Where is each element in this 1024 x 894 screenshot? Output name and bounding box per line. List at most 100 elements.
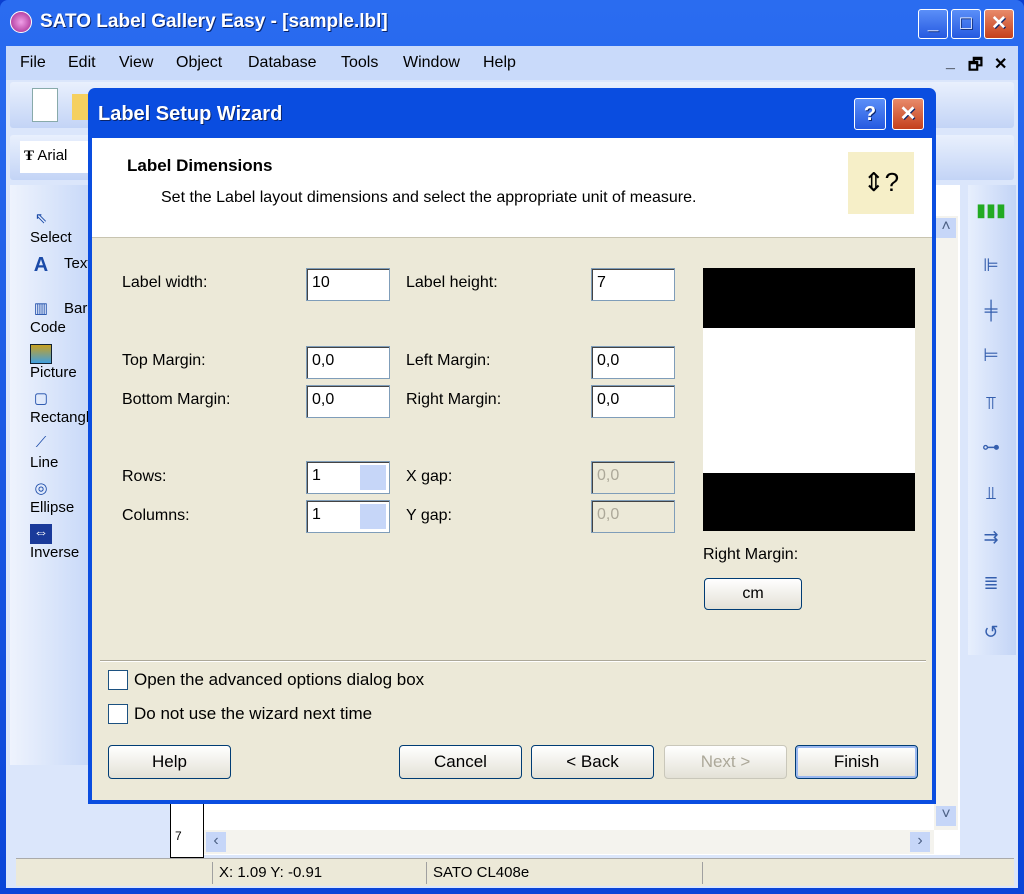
- dialog-title-bar: Label Setup Wizard ? ✕: [88, 88, 936, 138]
- window-title: SATO Label Gallery Easy - [sample.lbl]: [40, 11, 388, 32]
- scroll-right-icon[interactable]: ›: [910, 832, 930, 852]
- scroll-down-icon[interactable]: ˅: [936, 806, 956, 826]
- tool-label: Inverse: [30, 544, 80, 561]
- cancel-button[interactable]: Cancel: [399, 745, 522, 779]
- status-printer: SATO CL408e: [426, 862, 702, 884]
- color-pens-icon[interactable]: ▮▮▮: [976, 200, 1006, 230]
- scroll-left-icon[interactable]: ‹: [206, 832, 226, 852]
- menu-file[interactable]: File: [20, 54, 46, 72]
- dialog-title: Label Setup Wizard: [98, 103, 283, 125]
- rectangle-icon: ▢: [33, 390, 49, 407]
- wizard-heading: Label Dimensions: [127, 156, 273, 175]
- checkbox-label: Do not use the wizard next time: [134, 704, 373, 723]
- help-question-button[interactable]: ?: [854, 98, 886, 130]
- finish-button[interactable]: Finish: [795, 745, 918, 779]
- label-preview: [703, 268, 915, 531]
- divider: [100, 660, 926, 662]
- tool-label: Ellipse: [30, 499, 75, 516]
- checkbox-box[interactable]: [108, 670, 128, 690]
- menu-help[interactable]: Help: [483, 54, 516, 72]
- tool-ellipse[interactable]: ◎ Ellipse: [30, 479, 92, 516]
- font-select[interactable]: Ŧ Arial: [20, 141, 90, 173]
- new-file-icon[interactable]: [32, 88, 58, 122]
- barcode-icon: ▥: [33, 300, 49, 317]
- left-margin-input[interactable]: 0,0: [591, 346, 675, 379]
- bottom-margin-input[interactable]: 0,0: [306, 385, 390, 418]
- align-right-icon[interactable]: ⊨: [976, 345, 1006, 375]
- label-height-input[interactable]: 7: [591, 268, 675, 301]
- next-button[interactable]: Next >: [664, 745, 787, 779]
- x-gap-input[interactable]: 0,0: [591, 461, 675, 494]
- menu-database[interactable]: Database: [248, 54, 317, 72]
- mdi-restore-button[interactable]: 🗗: [968, 54, 983, 81]
- label-width-input[interactable]: 10: [306, 268, 390, 301]
- x-gap-label: X gap:: [406, 468, 453, 485]
- cursor-icon: ⇖: [34, 210, 48, 227]
- scroll-up-icon[interactable]: ˄: [936, 218, 956, 238]
- mdi-close-button[interactable]: ✕: [994, 54, 1007, 74]
- columns-stepper[interactable]: 1: [306, 500, 390, 533]
- dialog-close-button[interactable]: ✕: [892, 98, 924, 130]
- horizontal-scrollbar[interactable]: ‹ ›: [204, 830, 934, 854]
- app-logo-icon: [10, 11, 32, 33]
- status-bar: X: 1.09 Y: -0.91 SATO CL408e: [16, 858, 1014, 886]
- vertical-ruler: 7: [170, 800, 204, 858]
- columns-label: Columns:: [122, 507, 190, 524]
- unit-button[interactable]: cm: [704, 578, 802, 610]
- menu-object[interactable]: Object: [176, 54, 222, 72]
- align-left-icon[interactable]: ⊫: [976, 255, 1006, 285]
- left-margin-label: Left Margin:: [406, 352, 491, 369]
- tool-select[interactable]: ⇖ Select: [30, 209, 92, 246]
- status-panel: [702, 862, 972, 884]
- align-center-icon[interactable]: ╪: [976, 300, 1006, 330]
- menu-view[interactable]: View: [119, 54, 153, 72]
- menu-edit[interactable]: Edit: [68, 54, 96, 72]
- tool-line[interactable]: ⟋ Line: [30, 434, 92, 471]
- spin-updown-icon[interactable]: [359, 503, 387, 530]
- checkbox-label: Open the advanced options dialog box: [134, 670, 425, 689]
- spin-updown-icon[interactable]: [359, 464, 387, 491]
- label-height-label: Label height:: [406, 274, 498, 291]
- title-bar: SATO Label Gallery Easy - [sample.lbl] _…: [0, 0, 1024, 46]
- rows-stepper[interactable]: 1: [306, 461, 390, 494]
- y-gap-input[interactable]: 0,0: [591, 500, 675, 533]
- tool-label: Select: [30, 229, 72, 246]
- mdi-minimize-button[interactable]: _: [946, 54, 955, 72]
- tool-label: Picture: [30, 364, 77, 381]
- align-middle-icon[interactable]: ⊶: [976, 437, 1006, 467]
- y-gap-label: Y gap:: [406, 507, 452, 524]
- close-button[interactable]: ✕: [984, 9, 1014, 39]
- align-top-icon[interactable]: ⫪: [976, 393, 1006, 423]
- tool-inverse[interactable]: ⇔Inverse: [30, 524, 92, 561]
- ellipse-icon: ◎: [34, 480, 48, 497]
- distribute-horizontal-icon[interactable]: ⇉: [976, 527, 1006, 557]
- distribute-vertical-icon[interactable]: ≣: [976, 573, 1006, 603]
- tool-panel: ⇖ Select A Text ▥ Bar Code Picture ▢ Rectang…: [10, 185, 92, 765]
- minimize-button[interactable]: _: [918, 9, 948, 39]
- wizard-description: Set the Label layout dimensions and sele…: [161, 189, 697, 206]
- top-margin-label: Top Margin:: [122, 352, 206, 369]
- tool-picture[interactable]: Picture: [30, 344, 92, 381]
- menu-tools[interactable]: Tools: [341, 54, 378, 72]
- columns-value: 1: [312, 506, 321, 523]
- align-bottom-icon[interactable]: ⫫: [976, 483, 1006, 513]
- inverse-icon: ⇔: [30, 524, 52, 544]
- menu-bar: File Edit View Object Database Tools Win…: [6, 46, 1018, 80]
- tool-rectangle[interactable]: ▢ Rectangle: [30, 389, 92, 426]
- maximize-button[interactable]: □: [951, 9, 981, 39]
- menu-window[interactable]: Window: [403, 54, 460, 72]
- label-setup-wizard-dialog: Label Setup Wizard ? ✕ Label Dimensions …: [88, 88, 936, 804]
- label-preview-area: [703, 328, 915, 473]
- preview-caption: Right Margin:: [703, 546, 799, 563]
- right-margin-input[interactable]: 0,0: [591, 385, 675, 418]
- tool-barcode[interactable]: ▥ Bar Code: [30, 299, 92, 336]
- rotate-icon[interactable]: ↺: [976, 622, 1006, 652]
- help-button[interactable]: Help: [108, 745, 231, 779]
- font-icon: Ŧ: [24, 148, 35, 164]
- vertical-scrollbar[interactable]: ˄ ˅: [934, 216, 958, 830]
- top-margin-input[interactable]: 0,0: [306, 346, 390, 379]
- tool-text[interactable]: A Text: [30, 254, 92, 278]
- back-button[interactable]: < Back: [531, 745, 654, 779]
- dialog-body: Label Dimensions Set the Label layout di…: [92, 138, 932, 800]
- checkbox-box[interactable]: [108, 704, 128, 724]
